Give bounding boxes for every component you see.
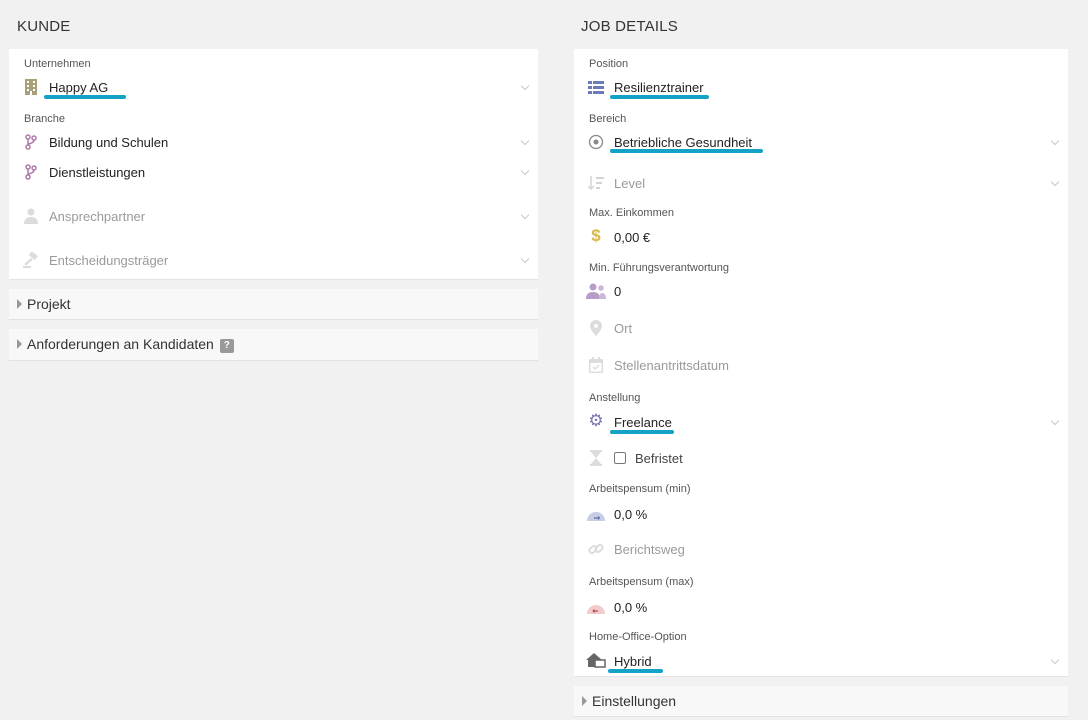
max-einkommen-label: Max. Einkommen	[589, 207, 674, 219]
pensum-max-field[interactable]: 0,0 %	[574, 597, 1068, 619]
chevron-down-icon[interactable]	[520, 254, 530, 264]
anstellung-underline	[610, 430, 674, 434]
einstellungen-accordion-label: Einstellungen	[592, 693, 677, 709]
pensum-max-value: 0,0 %	[614, 600, 648, 615]
berichtsweg-field[interactable]: Berichtsweg	[574, 539, 1068, 561]
dollar-icon: $	[591, 226, 601, 245]
level-placeholder: Level	[614, 176, 646, 191]
link-icon	[588, 541, 604, 557]
bereich-label: Bereich	[589, 113, 627, 125]
position-label: Position	[589, 58, 629, 70]
level-field[interactable]: Level	[574, 173, 1068, 195]
gavel-icon	[23, 252, 39, 268]
building-icon	[23, 79, 39, 95]
befristet-checkbox[interactable]	[614, 452, 626, 464]
max-einkommen-value: 0,00 €	[614, 230, 651, 245]
chevron-down-icon[interactable]	[1050, 416, 1060, 426]
target-icon	[588, 134, 604, 150]
location-pin-icon	[588, 320, 604, 336]
unternehmen-label: Unternehmen	[24, 58, 91, 70]
caret-right-icon	[17, 339, 22, 349]
chevron-down-icon[interactable]	[1050, 655, 1060, 665]
ansprechpartner-placeholder: Ansprechpartner	[49, 209, 146, 224]
bereich-underline	[610, 149, 763, 153]
gauge-icon	[587, 506, 605, 522]
projekt-accordion[interactable]: Projekt	[9, 289, 538, 320]
ort-field[interactable]: Ort	[574, 319, 1068, 341]
chevron-down-icon[interactable]	[1050, 177, 1060, 187]
chevron-down-icon[interactable]	[520, 136, 530, 146]
users-icon	[586, 283, 606, 299]
stellenantritt-placeholder: Stellenantrittsdatum	[614, 358, 729, 373]
gear-icon: ⚙	[588, 411, 604, 430]
anforderungen-accordion-text: Anforderungen an Kandidaten?	[27, 336, 234, 353]
chevron-down-icon[interactable]	[1050, 136, 1060, 146]
branch-icon	[23, 164, 39, 180]
entscheidungstraeger-field[interactable]: Entscheidungsträger	[9, 251, 538, 273]
kunde-section-title: KUNDE	[17, 18, 71, 35]
pensum-min-value: 0,0 %	[614, 507, 648, 522]
berichtsweg-placeholder: Berichtsweg	[614, 542, 685, 557]
befristet-row: Befristet	[574, 449, 1068, 471]
ort-placeholder: Ort	[614, 321, 633, 336]
einstellungen-accordion[interactable]: Einstellungen	[574, 686, 1068, 717]
branche-label: Branche	[24, 113, 65, 125]
branche-item[interactable]: Dienstleistungen	[9, 163, 538, 185]
pensum-min-field[interactable]: 0,0 %	[574, 504, 1068, 526]
projekt-accordion-label: Projekt	[27, 296, 71, 312]
fuehrung-value: 0	[614, 284, 622, 299]
gauge-icon	[587, 599, 605, 615]
befristet-label: Befristet	[635, 451, 683, 466]
anstellung-value: Freelance	[614, 415, 672, 430]
chevron-down-icon[interactable]	[520, 210, 530, 220]
position-underline	[610, 95, 709, 99]
stellenantritt-field[interactable]: Stellenantrittsdatum	[574, 356, 1068, 378]
branche-value: Bildung und Schulen	[49, 135, 169, 150]
kunde-card: Unternehmen Happy AG Branche Bildung und…	[9, 49, 538, 280]
branche-value: Dienstleistungen	[49, 165, 146, 180]
help-icon[interactable]: ?	[219, 339, 234, 353]
home-office-value: Hybrid	[614, 654, 652, 669]
chevron-down-icon[interactable]	[520, 166, 530, 176]
fuehrung-field[interactable]: 0	[574, 281, 1068, 303]
bereich-value: Betriebliche Gesundheit	[614, 135, 753, 150]
chevron-down-icon[interactable]	[520, 81, 530, 91]
ansprechpartner-field[interactable]: Ansprechpartner	[9, 207, 538, 229]
list-icon	[588, 80, 604, 96]
sort-icon	[588, 175, 604, 191]
unternehmen-underline	[44, 95, 126, 99]
anstellung-label: Anstellung	[589, 392, 641, 404]
branche-item[interactable]: Bildung und Schulen	[9, 133, 538, 155]
unternehmen-value: Happy AG	[49, 80, 109, 95]
home-office-underline	[608, 669, 663, 673]
person-icon	[23, 208, 39, 224]
anforderungen-accordion-label: Anforderungen an Kandidaten	[27, 336, 214, 352]
entscheidungstraeger-placeholder: Entscheidungsträger	[49, 253, 169, 268]
pensum-min-label: Arbeitspensum (min)	[589, 483, 691, 495]
branch-icon	[23, 134, 39, 150]
hourglass-icon	[588, 450, 604, 466]
fuehrung-label: Min. Führungsverantwortung	[589, 262, 730, 274]
caret-right-icon	[582, 696, 587, 706]
home-office-icon	[586, 652, 606, 668]
calendar-check-icon	[588, 357, 604, 373]
position-value: Resilienztrainer	[614, 80, 704, 95]
caret-right-icon	[17, 299, 22, 309]
pensum-max-label: Arbeitspensum (max)	[589, 576, 694, 588]
anforderungen-accordion[interactable]: Anforderungen an Kandidaten?	[9, 329, 538, 361]
max-einkommen-field[interactable]: $ 0,00 €	[574, 226, 1068, 249]
job-details-section-title: JOB DETAILS	[581, 18, 678, 35]
home-office-label: Home-Office-Option	[589, 631, 687, 643]
job-details-card: Position Resilienztrainer Bereich Betrie…	[574, 49, 1068, 677]
